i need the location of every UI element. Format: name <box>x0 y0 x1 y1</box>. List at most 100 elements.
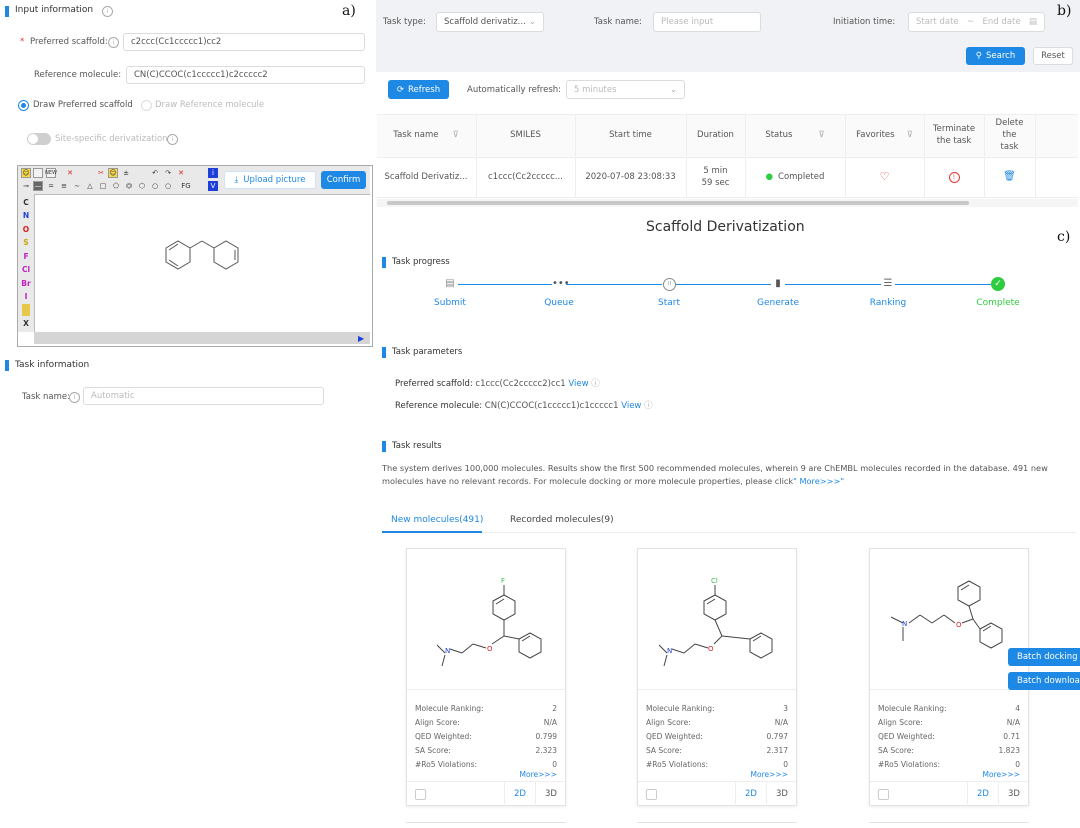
select-tool-icon[interactable] <box>33 168 43 178</box>
charge-tool-icon[interactable]: ± <box>121 168 131 178</box>
search-button[interactable]: ⚲ Search <box>966 47 1025 65</box>
molecule-card-next[interactable] <box>869 822 1029 828</box>
terminate-icon[interactable]: ! <box>948 171 960 183</box>
upload-picture-button[interactable]: ⤓ Upload picture <box>224 171 316 189</box>
more-link[interactable]: More>>> <box>751 770 788 779</box>
view-2d-button[interactable]: 2D <box>735 782 766 806</box>
col-task-name[interactable]: Task name ⊽ <box>377 114 475 156</box>
view-2d-button[interactable]: 2D <box>504 782 535 806</box>
info-icon[interactable]: i <box>108 37 119 48</box>
filter-icon[interactable]: ⊽ <box>818 129 824 141</box>
element-button-n[interactable]: N <box>20 210 32 222</box>
delete-trash-icon[interactable]: 🗑 <box>984 157 1034 197</box>
favorite-heart-icon[interactable]: ♡ <box>845 157 923 197</box>
more-link[interactable]: More>>> <box>520 770 557 779</box>
molecule-card-next[interactable] <box>406 822 566 828</box>
element-button-i[interactable]: I <box>20 291 32 303</box>
filter-icon[interactable]: ⊽ <box>907 129 913 141</box>
chain-icon[interactable]: ∼ <box>72 181 82 191</box>
element-button-blank[interactable] <box>22 304 30 316</box>
reset-button[interactable]: Reset <box>1033 47 1073 65</box>
info-icon[interactable]: i <box>167 134 178 145</box>
cut-tool-icon[interactable]: ✂ <box>96 168 106 178</box>
select-checkbox[interactable] <box>878 789 889 800</box>
element-button-x[interactable]: X <box>20 318 32 330</box>
octagon-ring-icon[interactable]: ○ <box>163 181 173 191</box>
element-button-s[interactable]: S <box>20 237 32 249</box>
view-3d-button[interactable]: 3D <box>766 782 797 806</box>
benzene-ring-icon[interactable]: ⏣ <box>124 181 134 191</box>
cell-task-name[interactable]: Scaffold Derivatiz... <box>377 157 475 197</box>
filter-icon[interactable]: ⊽ <box>452 129 458 141</box>
new-tool-icon[interactable]: NEW <box>45 168 57 178</box>
view-reference-link[interactable]: View <box>621 401 641 411</box>
radio-reference[interactable] <box>141 100 152 111</box>
start-date[interactable]: Start date <box>916 17 959 27</box>
col-favorites[interactable]: Favorites ⊽ <box>845 114 923 156</box>
radio-reference-label[interactable]: Draw Reference molecule <box>155 100 264 110</box>
redo-icon[interactable]: ↷ <box>163 168 173 178</box>
view-scaffold-link[interactable]: View <box>568 379 588 389</box>
preferred-scaffold-input[interactable]: c2ccc(Cc1ccccc1)cc2 <box>123 33 365 51</box>
element-button-c[interactable]: C <box>20 196 32 208</box>
hexagon-ring-icon[interactable]: ⬡ <box>137 181 147 191</box>
select-checkbox[interactable] <box>415 789 426 800</box>
info-tool-icon[interactable]: i <box>208 168 218 178</box>
task-type-select[interactable]: Scaffold derivatiz... ⌄ <box>436 12 544 32</box>
element-button-br[interactable]: Br <box>20 277 32 289</box>
date-range-picker[interactable]: Start date ~ End date ▤ <box>908 12 1045 32</box>
batch-download-button[interactable]: Batch downloa <box>1008 672 1080 690</box>
site-specific-toggle[interactable] <box>27 133 51 145</box>
undo-icon[interactable]: ↶ <box>150 168 160 178</box>
info-icon[interactable]: ⓘ <box>591 379 600 389</box>
tab-new-molecules[interactable]: New molecules(491) <box>391 515 483 525</box>
element-button-f[interactable]: F <box>20 250 32 262</box>
molecule-card-next[interactable] <box>637 822 797 828</box>
triple-bond-icon[interactable]: ≡ <box>59 181 69 191</box>
info-icon[interactable]: i <box>102 6 113 17</box>
molecule-card[interactable]: O N F Molecule Ranking: 2 Align Score: N/A… <box>406 548 566 806</box>
radio-preferred[interactable] <box>18 100 29 111</box>
clear-icon[interactable]: ✕ <box>176 168 186 178</box>
jsme-logo-icon[interactable]: V <box>208 181 218 191</box>
square-ring-icon[interactable]: □ <box>98 181 108 191</box>
single-bond-icon[interactable]: — <box>33 181 43 191</box>
refresh-button[interactable]: ⟳ Refresh <box>388 80 449 99</box>
element-button-o[interactable]: O <box>20 223 32 235</box>
view-3d-button[interactable]: 3D <box>998 782 1029 806</box>
info-icon[interactable]: ⓘ <box>644 401 653 411</box>
batch-docking-button[interactable]: Batch docking <box>1008 648 1080 666</box>
triangle-ring-icon[interactable]: △ <box>85 181 95 191</box>
molecule-card[interactable]: O N Cl Molecule Ranking: 3 Align Score: N/… <box>637 548 797 806</box>
heptagon-ring-icon[interactable]: ○ <box>150 181 160 191</box>
table-horizontal-scrollbar[interactable] <box>377 199 1078 207</box>
tab-recorded-molecules[interactable]: Recorded molecules(9) <box>510 515 614 525</box>
info-icon[interactable]: i <box>69 392 80 403</box>
scroll-right-icon[interactable]: ▶ <box>358 334 364 343</box>
task-name-input-b[interactable]: Please input <box>653 12 761 32</box>
radio-preferred-label[interactable]: Draw Preferred scaffold <box>33 100 133 110</box>
delete-tool-icon[interactable]: ✕ <box>65 168 75 178</box>
col-status[interactable]: Status ⊽ <box>745 114 844 156</box>
tabs-divider <box>382 532 1076 533</box>
confirm-button[interactable]: Confirm <box>321 171 366 189</box>
view-3d-button[interactable]: 3D <box>535 782 566 806</box>
view-2d-button[interactable]: 2D <box>967 782 998 806</box>
more-link[interactable]: More>>> <box>983 770 1020 779</box>
molecule-card[interactable]: O N Molecule Ranking: 4 Align Score: N/A Q… <box>869 548 1029 806</box>
double-bond-icon[interactable]: = <box>46 181 56 191</box>
task-name-input[interactable]: Automatic <box>83 387 324 405</box>
select-checkbox[interactable] <box>646 789 657 800</box>
smile-tool-icon[interactable]: ☺ <box>21 168 31 178</box>
molecule-editor[interactable]: ☺ NEW ✕ ✂ ☺ ± ↶ ↷ ✕ i ⊸ — = ≡ ∼ △ □ ⬠ ⏣ … <box>17 165 373 347</box>
results-more-link[interactable]: " More>>>" <box>793 476 844 486</box>
element-button-cl[interactable]: Cl <box>20 264 32 276</box>
fg-tool[interactable]: FG <box>178 181 194 191</box>
template-tool-icon[interactable]: ☺ <box>108 168 118 178</box>
end-date[interactable]: End date <box>983 17 1021 27</box>
editor-scrollbar[interactable] <box>34 332 370 344</box>
wedge-bond-icon[interactable]: ⊸ <box>21 181 31 191</box>
pentagon-ring-icon[interactable]: ⬠ <box>111 181 121 191</box>
auto-refresh-select[interactable]: 5 minutes ⌄ <box>566 80 685 99</box>
reference-molecule-input[interactable]: CN(C)CCOC(c1ccccc1)c2ccccc2 <box>126 66 365 84</box>
